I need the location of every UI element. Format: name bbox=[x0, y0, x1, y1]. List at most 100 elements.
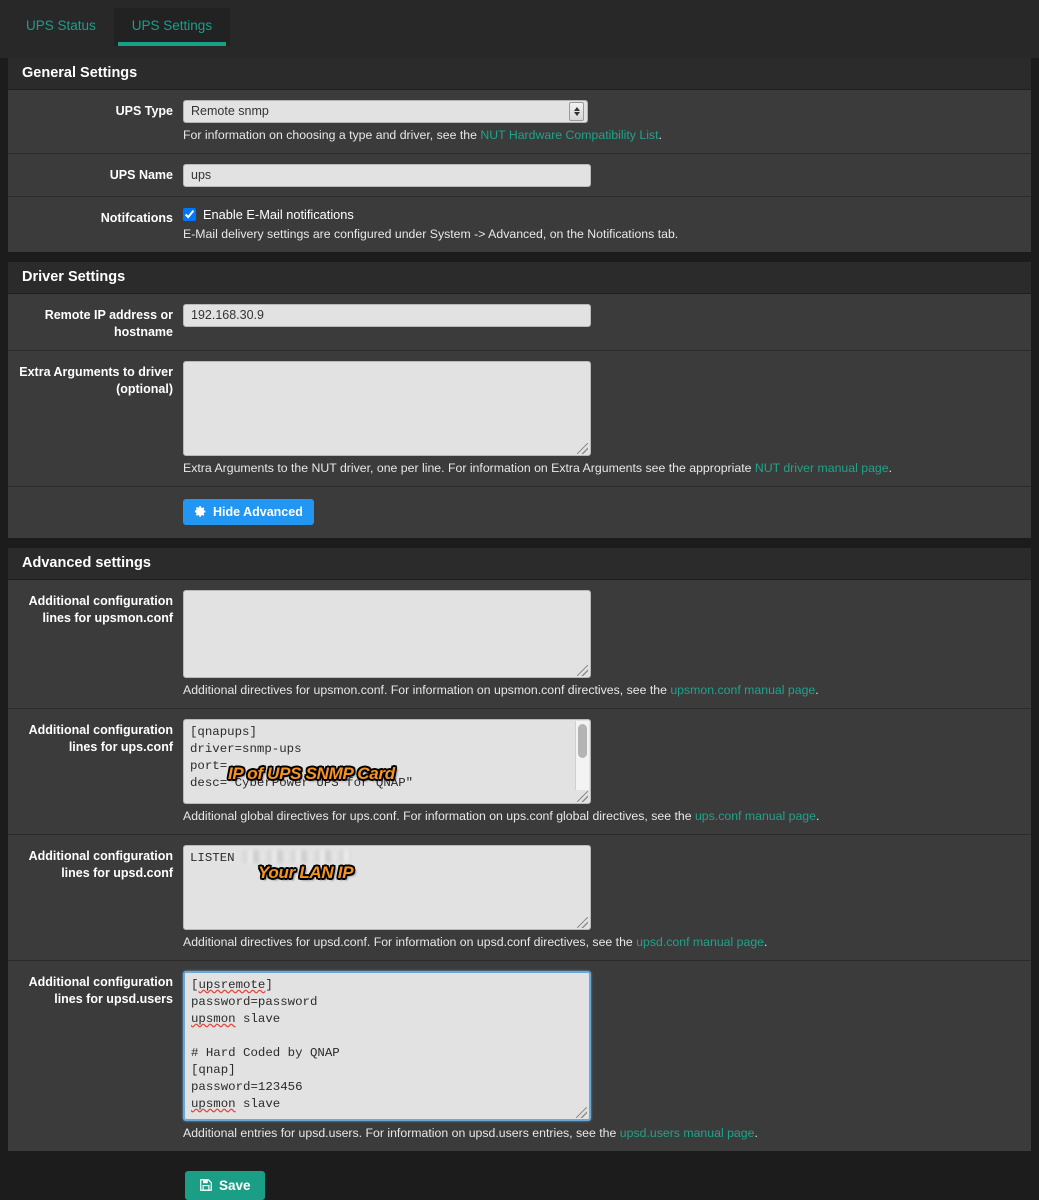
upsd-users-label: Additional configuration lines for upsd.… bbox=[28, 974, 173, 1006]
nut-hcl-link[interactable]: NUT Hardware Compatibility List bbox=[480, 128, 658, 142]
hide-advanced-button[interactable]: Hide Advanced bbox=[183, 498, 314, 525]
upsmon-conf-label: Additional configuration lines for upsmo… bbox=[28, 593, 173, 625]
row-upsd-conf: Additional configuration lines for upsd.… bbox=[8, 835, 1031, 961]
tab-bar: UPS Status UPS Settings bbox=[0, 0, 1039, 58]
enable-email-notifications-checkbox[interactable] bbox=[183, 207, 196, 221]
upsd-conf-textarea[interactable]: LISTEN Your LAN IP bbox=[183, 844, 591, 930]
row-upsmon-conf: Additional configuration lines for upsmo… bbox=[8, 580, 1031, 709]
driver-settings-title: Driver Settings bbox=[8, 261, 1031, 294]
ups-name-input[interactable] bbox=[183, 163, 591, 187]
advanced-settings-title: Advanced settings bbox=[8, 547, 1031, 580]
row-ups-type: UPS Type Remote snmp For information on … bbox=[8, 90, 1031, 154]
ups-type-help-post: . bbox=[658, 128, 662, 142]
panel-divider-1 bbox=[0, 251, 1039, 262]
upsd-users-line-5: [qnap] bbox=[191, 1062, 236, 1077]
upsd-users-upsmon-2: upsmon bbox=[191, 1096, 236, 1111]
upsd-users-line-4: # Hard Coded by QNAP bbox=[191, 1045, 340, 1060]
extra-args-help-pre: Extra Arguments to the NUT driver, one p… bbox=[183, 460, 755, 475]
ups-settings-page: UPS Status UPS Settings General Settings… bbox=[0, 0, 1039, 1200]
hide-advanced-label: Hide Advanced bbox=[213, 504, 303, 519]
resize-grip-icon[interactable] bbox=[577, 442, 588, 454]
ups-type-select[interactable]: Remote snmp bbox=[183, 100, 588, 123]
upsmon-conf-manual-link[interactable]: upsmon.conf manual page bbox=[670, 683, 815, 697]
row-remote-ip: Remote IP address or hostname bbox=[8, 294, 1031, 351]
nut-driver-manual-link[interactable]: NUT driver manual page bbox=[755, 461, 889, 475]
extra-args-help-post: . bbox=[888, 460, 893, 475]
upsd-users-section-upsremote: upsremote bbox=[198, 977, 266, 992]
ups-conf-help: Additional global directives for ups.con… bbox=[183, 809, 1017, 825]
upsd-users-help-post: . bbox=[754, 1125, 758, 1140]
general-settings-title: General Settings bbox=[8, 58, 1031, 90]
ups-conf-scrollbar[interactable] bbox=[575, 720, 589, 790]
upsd-conf-help: Additional directives for upsd.conf. For… bbox=[183, 935, 1017, 951]
ups-type-label: UPS Type bbox=[115, 104, 173, 118]
upsd-conf-manual-link[interactable]: upsd.conf manual page bbox=[636, 935, 764, 949]
upsd-users-line-1: password=password bbox=[191, 994, 318, 1009]
ups-conf-line-0: [qnapups] bbox=[190, 724, 257, 739]
resize-grip-icon[interactable] bbox=[577, 790, 588, 802]
save-bar: Save bbox=[0, 1150, 1039, 1200]
notifications-help: E-Mail delivery settings are configured … bbox=[183, 226, 679, 241]
advanced-toggle-spacer bbox=[8, 499, 183, 525]
upsmon-conf-help-post: . bbox=[815, 682, 819, 697]
advanced-settings-panel: Advanced settings Additional configurati… bbox=[8, 547, 1031, 1151]
tab-ups-settings[interactable]: UPS Settings bbox=[113, 8, 231, 46]
upsd-conf-listen-prefix: LISTEN bbox=[190, 850, 243, 865]
annotation-lan-ip: Your LAN IP bbox=[258, 862, 354, 882]
annotation-snmp-ip: IP of UPS SNMP Card bbox=[228, 763, 395, 783]
enable-email-notifications-label: Enable E-Mail notifications bbox=[203, 206, 354, 222]
upsd-users-manual-link[interactable]: upsd.users manual page bbox=[620, 1126, 755, 1140]
redacted-lan-ip bbox=[242, 849, 351, 863]
tab-ups-status-label: UPS Status bbox=[26, 18, 96, 33]
save-button[interactable]: Save bbox=[185, 1170, 265, 1200]
ups-type-help: For information on choosing a type and d… bbox=[183, 128, 1017, 144]
upsd-users-help: Additional entries for upsd.users. For i… bbox=[183, 1126, 1017, 1142]
upsd-users-upsmon-1: upsmon bbox=[191, 1011, 236, 1026]
spinner-arrows-icon[interactable] bbox=[569, 102, 584, 121]
ups-name-label: UPS Name bbox=[109, 167, 173, 182]
row-ups-name: UPS Name bbox=[8, 154, 1031, 197]
ups-conf-textarea[interactable]: [qnapups] driver=snmp-ups port= desc="Cy… bbox=[183, 718, 591, 804]
upsd-conf-help-pre: Additional directives for upsd.conf. For… bbox=[183, 934, 637, 949]
extra-args-help: Extra Arguments to the NUT driver, one p… bbox=[183, 461, 1017, 477]
notifications-label: Notifcations bbox=[100, 210, 173, 225]
ups-conf-line-2: port= bbox=[190, 758, 228, 773]
upsd-users-line-6: password=123456 bbox=[191, 1079, 303, 1094]
row-notifications: Notifcations Enable E-Mail notifications… bbox=[8, 197, 1031, 252]
general-settings-panel: General Settings UPS Type Remote snmp Fo… bbox=[8, 58, 1031, 252]
tab-ups-status[interactable]: UPS Status bbox=[8, 8, 114, 46]
scrollbar-thumb[interactable] bbox=[578, 723, 587, 758]
remote-ip-input[interactable] bbox=[183, 303, 591, 327]
upsd-users-help-pre: Additional entries for upsd.users. For i… bbox=[183, 1125, 620, 1140]
upsmon-conf-help-pre: Additional directives for upsmon.conf. F… bbox=[183, 682, 671, 697]
upsd-conf-label: Additional configuration lines for upsd.… bbox=[28, 848, 173, 880]
resize-grip-icon[interactable] bbox=[576, 1106, 587, 1118]
panel-divider-2 bbox=[0, 537, 1039, 548]
row-extra-args: Extra Arguments to driver (optional) Ext… bbox=[8, 351, 1031, 487]
row-upsd-users: Additional configuration lines for upsd.… bbox=[8, 961, 1031, 1151]
enable-email-notifications-row[interactable]: Enable E-Mail notifications bbox=[183, 207, 1017, 222]
ups-conf-manual-link[interactable]: ups.conf manual page bbox=[695, 809, 816, 823]
row-ups-conf: Additional configuration lines for ups.c… bbox=[8, 709, 1031, 835]
ups-conf-label: Additional configuration lines for ups.c… bbox=[28, 722, 173, 754]
driver-settings-panel: Driver Settings Remote IP address or hos… bbox=[8, 261, 1031, 538]
ups-conf-help-pre: Additional global directives for ups.con… bbox=[183, 808, 695, 823]
resize-grip-icon[interactable] bbox=[577, 664, 588, 676]
extra-args-textarea[interactable] bbox=[183, 360, 591, 456]
floppy-disk-icon bbox=[200, 1179, 212, 1191]
resize-grip-icon[interactable] bbox=[577, 916, 588, 928]
ups-conf-line-1: driver=snmp-ups bbox=[190, 741, 302, 756]
ups-type-value: Remote snmp bbox=[191, 104, 269, 118]
upsd-conf-help-post: . bbox=[764, 934, 768, 949]
save-button-label: Save bbox=[219, 1177, 251, 1193]
remote-ip-label: Remote IP address or hostname bbox=[44, 307, 173, 339]
ups-conf-help-post: . bbox=[815, 808, 820, 823]
row-advanced-toggle: Hide Advanced bbox=[8, 487, 1031, 538]
tab-ups-settings-label: UPS Settings bbox=[131, 18, 213, 33]
gear-icon bbox=[194, 506, 206, 517]
extra-args-label: Extra Arguments to driver (optional) bbox=[19, 364, 173, 396]
upsmon-conf-textarea[interactable] bbox=[183, 589, 591, 678]
upsmon-conf-help: Additional directives for upsmon.conf. F… bbox=[183, 683, 1017, 699]
upsd-users-textarea[interactable]: [upsremote] password=password upsmon sla… bbox=[183, 970, 591, 1121]
ups-type-help-pre: For information on choosing a type and d… bbox=[183, 128, 481, 142]
